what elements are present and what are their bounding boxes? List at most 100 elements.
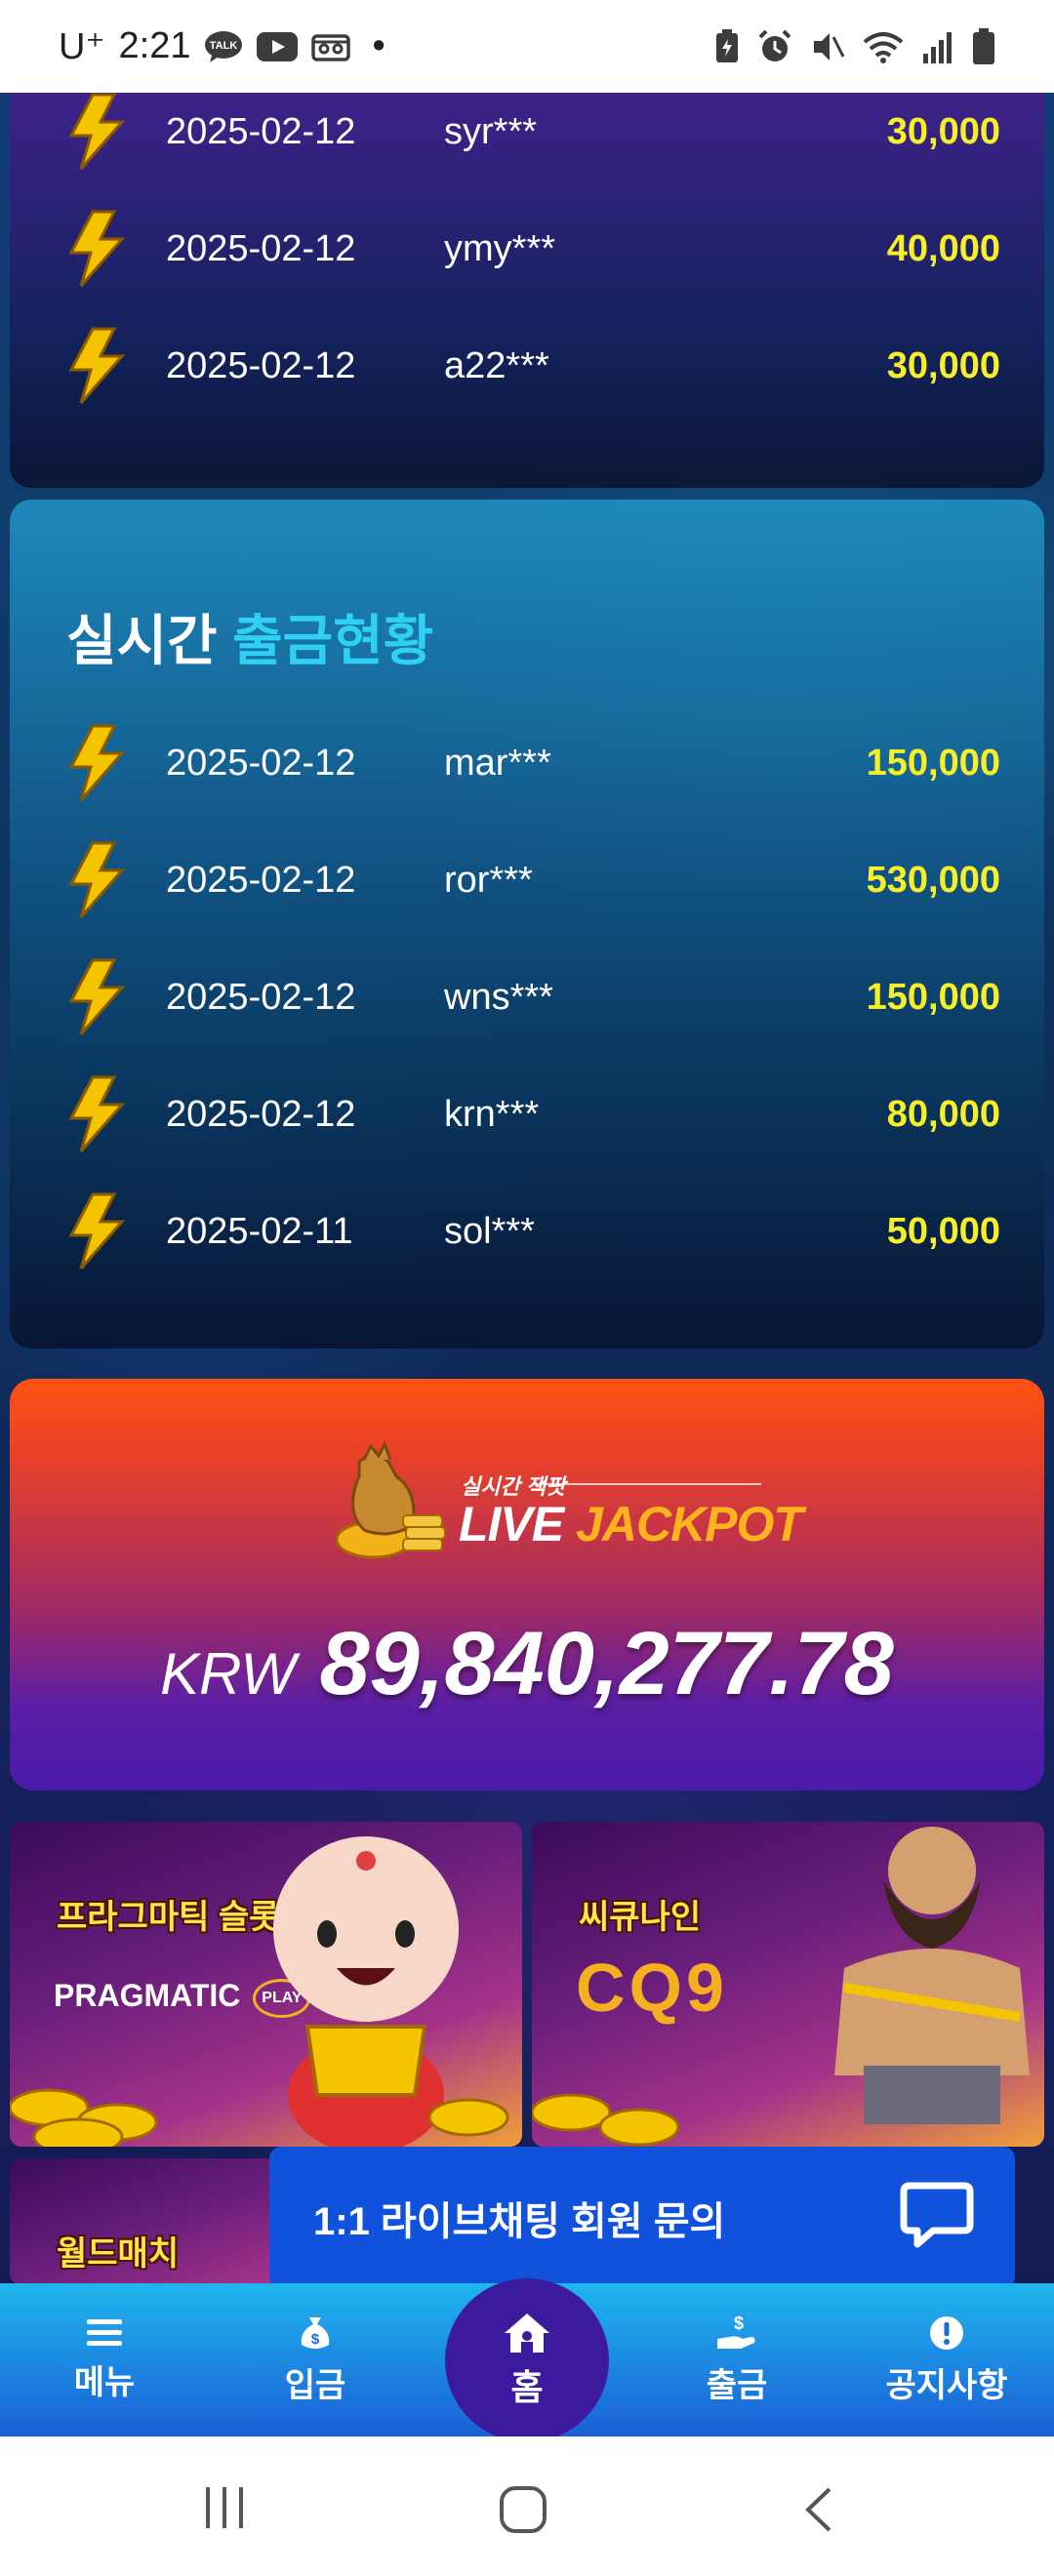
list-item: 2025-02-12 mar*** 150,000 [63, 719, 1000, 807]
nav-notice-label: 공지사항 [885, 2367, 1008, 2404]
nav-withdraw[interactable]: $ 출금 [649, 2283, 825, 2436]
live-text: LIVE [459, 1497, 564, 1551]
jackpot-text: JACKPOT [576, 1497, 803, 1551]
youtube-icon [257, 31, 299, 61]
chat-bubble-icon [900, 2182, 974, 2248]
row-date: 2025-02-12 [166, 1093, 356, 1135]
jackpot-amount: KRW 89,840,277.78 [10, 1613, 1044, 1715]
row-date: 2025-02-12 [166, 344, 356, 386]
panel-title: 실시간 출금현황 [66, 597, 433, 676]
game-label: 씨큐나인 [579, 1899, 702, 1936]
row-user: a22*** [444, 344, 549, 386]
list-item: 2025-02-12 krn*** 80,000 [63, 1070, 1000, 1158]
game-tile-cq9[interactable]: 씨큐나인 CQ9 [532, 1822, 1044, 2147]
battery-saver-icon [716, 28, 738, 62]
nav-withdraw-label: 출금 [706, 2367, 768, 2404]
list-item: 2025-02-12 a22*** 30,000 [63, 322, 1000, 410]
row-date: 2025-02-12 [166, 742, 356, 784]
alarm-icon [758, 29, 791, 61]
home-button-icon[interactable] [499, 2485, 547, 2534]
nav-deposit-label: 입금 [284, 2367, 346, 2404]
chat-label: 1:1 라이브채팅 회원 문의 [313, 2199, 726, 2243]
nav-menu-label: 메뉴 [73, 2364, 136, 2401]
list-item: 2025-02-11 sol*** 50,000 [63, 1187, 1000, 1275]
row-amount: 150,000 [866, 976, 1000, 1018]
clock: 2:21 [118, 25, 191, 66]
toolbox-icon [311, 33, 351, 61]
money-bag-icon: $ [301, 2317, 330, 2349]
nav-home-label: 홈 [510, 2367, 544, 2407]
signal-icon [923, 31, 952, 63]
nav-menu[interactable]: 메뉴 [17, 2283, 192, 2436]
carrier-label: U⁺ [59, 26, 105, 67]
back-icon[interactable] [800, 2485, 839, 2534]
svg-text:TALK: TALK [210, 40, 238, 52]
row-user: wns*** [444, 976, 553, 1018]
row-user: ror*** [444, 859, 533, 901]
withdraw-status-panel: 실시간 출금현황 2025-02-12 mar*** 150,000 2025-… [10, 500, 1044, 1348]
lightning-icon [68, 93, 126, 170]
jackpot-currency: KRW [160, 1641, 297, 1707]
row-user: mar*** [444, 742, 551, 784]
live-chat-button[interactable]: 1:1 라이브채팅 회원 문의 [269, 2147, 1015, 2288]
nav-deposit[interactable]: $ 입금 [227, 2283, 403, 2436]
lightning-icon [68, 724, 126, 801]
row-amount: 30,000 [886, 344, 1000, 386]
lightning-icon [68, 1075, 126, 1152]
deposit-status-panel: 2025-02-12 syr*** 30,000 2025-02-12 ymy*… [10, 93, 1044, 488]
row-amount: 50,000 [886, 1210, 1000, 1252]
row-date: 2025-02-12 [166, 976, 356, 1018]
notification-dot: • [372, 25, 385, 66]
wifi-icon [863, 31, 904, 63]
system-nav-bar [0, 2436, 1054, 2576]
brand-name: PRAGMATIC [54, 1978, 241, 2013]
row-date: 2025-02-12 [166, 859, 356, 901]
row-amount: 80,000 [886, 1093, 1000, 1135]
row-date: 2025-02-12 [166, 110, 356, 152]
live-jackpot-banner: 실시간 잭팟 LIVE JACKPOT KRW 89,840,277.78 [10, 1379, 1044, 1791]
nav-home[interactable]: 홈 [445, 2278, 609, 2442]
recent-apps-icon[interactable] [200, 2485, 249, 2530]
row-user: ymy*** [444, 227, 556, 269]
talk-icon: TALK [205, 30, 243, 62]
title-accent: 출금현황 [232, 610, 434, 671]
lightning-icon [68, 1192, 126, 1269]
info-icon [930, 2316, 963, 2350]
svg-text:$: $ [311, 2331, 320, 2348]
row-amount: 30,000 [886, 110, 1000, 152]
row-amount: 150,000 [866, 742, 1000, 784]
list-item: 2025-02-12 ymy*** 40,000 [63, 205, 1000, 293]
home-icon [505, 2314, 549, 2353]
nav-notice[interactable]: 공지사항 [859, 2283, 1034, 2436]
list-item: 2025-02-12 wns*** 150,000 [63, 953, 1000, 1041]
row-user: krn*** [444, 1093, 540, 1135]
title-prefix: 실시간 [66, 610, 218, 671]
row-amount: 530,000 [866, 859, 1000, 901]
row-amount: 40,000 [886, 227, 1000, 269]
lightning-icon [68, 210, 126, 287]
divider [537, 1483, 761, 1485]
coins-image [10, 2088, 509, 2147]
live-jackpot-logo: LIVE JACKPOT [459, 1496, 803, 1552]
game-label: 월드매치 [57, 2235, 180, 2273]
game-tile-pragmatic[interactable]: 프라그마틱 슬롯 PRAGMATIC PLAY [10, 1822, 522, 2147]
list-item: 2025-02-12 ror*** 530,000 [63, 836, 1000, 924]
mute-icon [814, 32, 845, 60]
row-date: 2025-02-12 [166, 227, 356, 269]
row-user: syr*** [444, 110, 538, 152]
list-item: 2025-02-12 syr*** 30,000 [63, 88, 1000, 176]
row-user: sol*** [444, 1210, 535, 1252]
hand-coin-icon: $ [717, 2314, 755, 2349]
coins-image [532, 2093, 680, 2147]
status-bar: U⁺ 2:21 TALK • [0, 0, 1054, 93]
jackpot-value: 89,840,277.78 [319, 1614, 894, 1713]
lightning-icon [68, 841, 126, 918]
lightning-icon [68, 958, 126, 1035]
lightning-icon [68, 327, 126, 404]
row-date: 2025-02-11 [166, 1210, 353, 1252]
game-brand: CQ9 [576, 1950, 728, 2026]
svg-text:$: $ [734, 2314, 744, 2333]
battery-icon [973, 27, 994, 64]
money-bag-icon [335, 1440, 446, 1559]
menu-icon [87, 2319, 122, 2346]
